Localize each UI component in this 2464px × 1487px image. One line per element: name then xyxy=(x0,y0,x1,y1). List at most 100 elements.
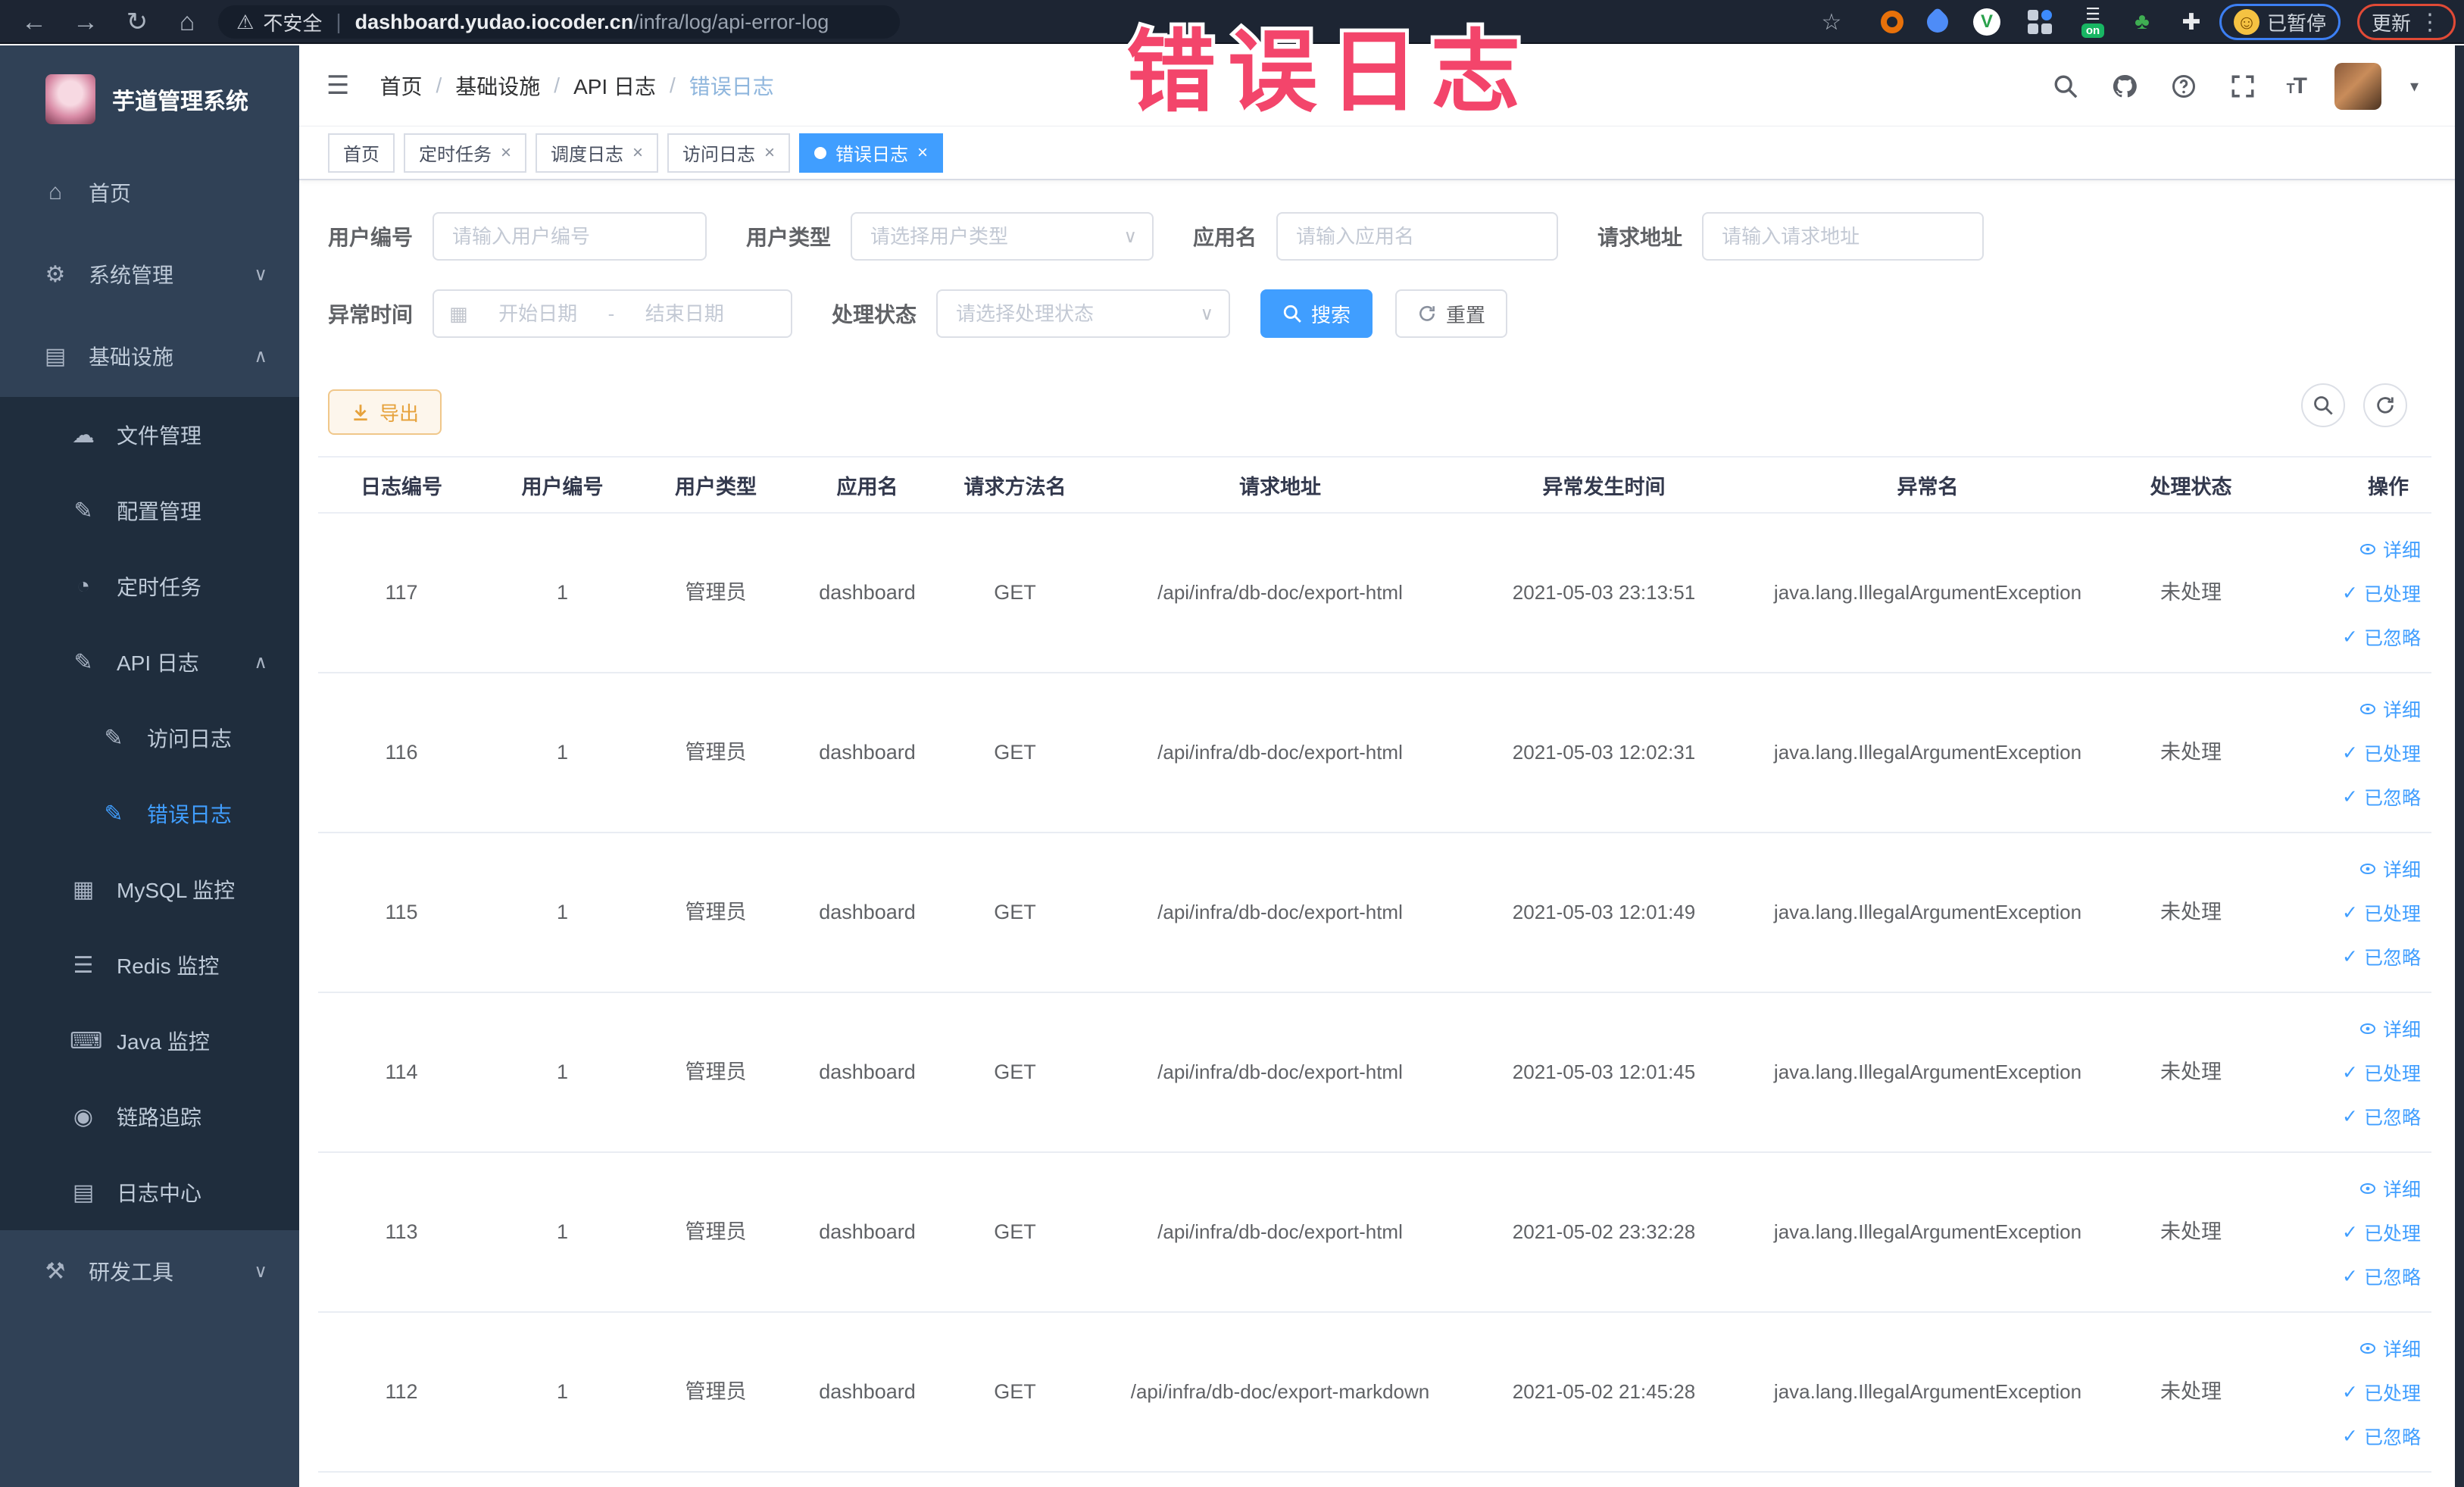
mark-ignored-link[interactable]: ✓ 已忽略 xyxy=(2342,623,2421,651)
help-icon[interactable] xyxy=(2169,71,2199,102)
tab-scheduled-tasks[interactable]: 定时任务 × xyxy=(404,133,527,173)
fullscreen-icon[interactable] xyxy=(2228,71,2258,102)
chrome-menu-kebab-icon[interactable]: ⋮ xyxy=(2419,9,2441,36)
detail-link[interactable]: 详细 xyxy=(2359,1335,2421,1362)
user-type-select[interactable] xyxy=(852,214,1153,259)
close-icon[interactable]: × xyxy=(632,142,643,164)
cell-log-id: 115 xyxy=(385,900,418,923)
sidebar-item-system-mgmt[interactable]: ⚙ 系统管理 ∨ xyxy=(0,233,299,315)
address-bar[interactable]: ⚠ 不安全 | dashboard.yudao.iocoder.cn /infr… xyxy=(218,5,900,39)
search-button[interactable]: 搜索 xyxy=(1260,289,1373,338)
detail-link[interactable]: 详细 xyxy=(2359,695,2421,723)
cloud-icon: ☁ xyxy=(72,422,95,448)
extensions-puzzle-icon[interactable]: ✚ xyxy=(2170,0,2213,44)
request-url-input[interactable] xyxy=(1704,214,1983,259)
search-icon[interactable] xyxy=(2050,71,2081,102)
window-scrollbar[interactable] xyxy=(2455,45,2464,1487)
extension-grid-icon[interactable] xyxy=(2019,0,2061,44)
tab-error-log[interactable]: 错误日志 × xyxy=(799,133,944,173)
mark-processed-link[interactable]: ✓ 已处理 xyxy=(2342,1059,2421,1086)
sidebar-item-infrastructure[interactable]: ▤ 基础设施 ∧ xyxy=(0,315,299,397)
user-id-input[interactable] xyxy=(434,214,706,259)
cell-method: GET xyxy=(994,740,1036,764)
chrome-update-badge[interactable]: 更新 ⋮ xyxy=(2357,4,2456,40)
avatar-caret-down-icon[interactable]: ▾ xyxy=(2410,77,2419,96)
mark-ignored-link[interactable]: ✓ 已忽略 xyxy=(2342,1263,2421,1290)
home-icon: ⌂ xyxy=(48,180,63,205)
close-icon[interactable]: × xyxy=(917,142,928,164)
close-icon[interactable]: × xyxy=(501,142,511,164)
sidebar-item-redis-monitor[interactable]: ☰ Redis 监控 xyxy=(0,927,299,1003)
sidebar-toggle-hamburger-icon[interactable]: ☰ xyxy=(326,70,349,101)
tab-schedule-log[interactable]: 调度日志 × xyxy=(536,133,659,173)
log-icon: ✎ xyxy=(104,725,123,751)
close-icon[interactable]: × xyxy=(764,142,775,164)
sidebar-item-dev-tools[interactable]: ⚒ 研发工具 ∨ xyxy=(0,1230,299,1312)
profile-paused-badge[interactable]: ☺ 已暂停 xyxy=(2219,4,2341,40)
sidebar-item-trace[interactable]: ◉ 链路追踪 xyxy=(0,1079,299,1154)
mark-processed-link[interactable]: ✓ 已处理 xyxy=(2342,1379,2421,1406)
mark-processed-link[interactable]: ✓ 已处理 xyxy=(2342,899,2421,926)
search-icon xyxy=(1283,305,1301,323)
github-icon[interactable] xyxy=(2110,71,2140,102)
screen: ← → ↻ ⌂ ⚠ 不安全 | dashboard.yudao.iocoder.… xyxy=(0,0,2464,1487)
sidebar-item-scheduled-tasks[interactable]: ◔ 定时任务 xyxy=(0,548,299,624)
mark-ignored-link[interactable]: ✓ 已忽略 xyxy=(2342,1423,2421,1450)
sidebar-item-mysql-monitor[interactable]: ▦ MySQL 监控 xyxy=(0,851,299,927)
breadcrumb-infrastructure[interactable]: 基础设施 xyxy=(455,70,540,101)
browser-forward-icon[interactable]: → xyxy=(67,0,105,44)
breadcrumb-api-log[interactable]: API 日志 xyxy=(573,70,656,101)
sidebar-logo[interactable]: 芋道管理系统 xyxy=(0,45,299,152)
process-status-select[interactable] xyxy=(938,291,1229,336)
font-size-icon[interactable]: TT xyxy=(2287,73,2307,99)
cell-log-id: 117 xyxy=(385,580,418,604)
mark-processed-link[interactable]: ✓ 已处理 xyxy=(2342,579,2421,607)
breadcrumb-home[interactable]: 首页 xyxy=(379,70,422,101)
toggle-search-button[interactable] xyxy=(2301,383,2345,427)
sidebar-item-log-center[interactable]: ▤ 日志中心 xyxy=(0,1154,299,1230)
detail-link[interactable]: 详细 xyxy=(2359,855,2421,883)
export-button[interactable]: 导出 xyxy=(328,389,442,435)
sidebar-item-home[interactable]: ⌂ 首页 xyxy=(0,152,299,233)
mark-processed-link[interactable]: ✓ 已处理 xyxy=(2342,739,2421,767)
extension-leaf-icon[interactable]: ♣ xyxy=(2121,0,2163,44)
detail-link[interactable]: 详细 xyxy=(2359,536,2421,563)
sidebar-item-file-mgmt[interactable]: ☁ 文件管理 xyxy=(0,397,299,473)
tab-home[interactable]: 首页 xyxy=(328,133,395,173)
mark-ignored-link[interactable]: ✓ 已忽略 xyxy=(2342,943,2421,970)
detail-link[interactable]: 详细 xyxy=(2359,1015,2421,1042)
browser-home-icon[interactable]: ⌂ xyxy=(168,0,206,44)
sidebar-item-config-mgmt[interactable]: ✎ 配置管理 xyxy=(0,473,299,548)
cell-user-type: 管理员 xyxy=(685,1220,747,1243)
sidebar-item-error-log[interactable]: ✎ 错误日志 xyxy=(0,776,299,851)
browser-reload-icon[interactable]: ↻ xyxy=(118,0,156,44)
browser-back-icon[interactable]: ← xyxy=(15,0,53,44)
app-name-input[interactable] xyxy=(1278,214,1557,259)
bookmark-star-icon[interactable]: ☆ xyxy=(1810,0,1853,44)
user-avatar[interactable] xyxy=(2334,62,2381,110)
address-separator: | xyxy=(336,10,342,33)
extension-orange-icon[interactable] xyxy=(1871,0,1913,44)
date-start-input[interactable] xyxy=(475,291,601,336)
tab-access-log[interactable]: 访问日志 × xyxy=(667,133,791,173)
log-center-icon: ▤ xyxy=(72,1179,95,1205)
chevron-down-icon: ∨ xyxy=(254,1261,267,1282)
detail-link[interactable]: 详细 xyxy=(2359,1175,2421,1202)
cell-exception-time: 2021-05-02 21:45:28 xyxy=(1512,1379,1696,1403)
process-status-select-wrap: ∨ xyxy=(936,289,1231,338)
sidebar-item-access-log[interactable]: ✎ 访问日志 xyxy=(0,700,299,776)
exception-time-range-picker[interactable]: ▦ - xyxy=(433,289,793,338)
sidebar-item-java-monitor[interactable]: ⌨ Java 监控 xyxy=(0,1003,299,1079)
extension-on-icon[interactable]: ☰ on xyxy=(2072,0,2114,44)
mark-ignored-link[interactable]: ✓ 已忽略 xyxy=(2342,1103,2421,1130)
eye-icon xyxy=(2359,1023,2375,1034)
reset-button[interactable]: 重置 xyxy=(1395,289,1508,338)
extension-blue-drop-icon[interactable] xyxy=(1916,0,1959,44)
refresh-table-button[interactable] xyxy=(2363,383,2407,427)
extension-v-icon[interactable]: V xyxy=(1966,0,2008,44)
date-end-input[interactable] xyxy=(622,291,748,336)
check-icon: ✓ xyxy=(2342,1105,2358,1127)
sidebar-item-api-log[interactable]: ✎ API 日志 ∧ xyxy=(0,624,299,700)
mark-processed-link[interactable]: ✓ 已处理 xyxy=(2342,1219,2421,1246)
mark-ignored-link[interactable]: ✓ 已忽略 xyxy=(2342,783,2421,811)
